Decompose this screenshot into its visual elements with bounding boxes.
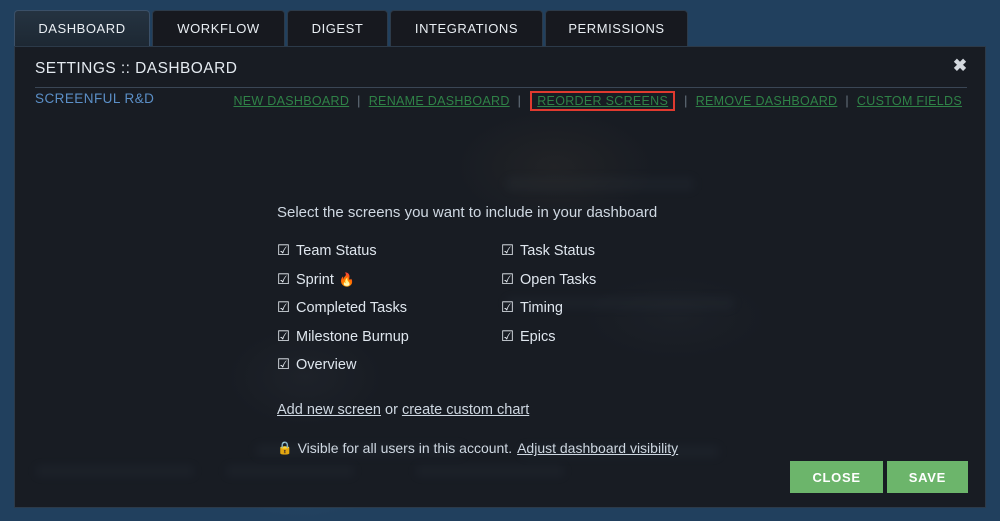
screen-label: Overview (296, 357, 357, 374)
action-separator: | (684, 94, 688, 108)
dashboard-actions: NEW DASHBOARD | RENAME DASHBOARD | REORD… (232, 91, 963, 111)
page-title: SETTINGS :: DASHBOARD (35, 60, 238, 77)
create-custom-chart-link[interactable]: create custom chart (402, 402, 529, 418)
screen-label: Sprint (296, 271, 334, 288)
modal-footer: CLOSE SAVE (790, 461, 968, 493)
checkbox-checked-icon: ☑ (501, 328, 514, 345)
checkbox-checked-icon: ☑ (277, 357, 290, 373)
screen-sublinks: Add new screen or create custom chart (277, 402, 529, 418)
tab-label: DIGEST (311, 21, 364, 36)
tab-label: WORKFLOW (177, 21, 260, 36)
visibility-row: 🔒 Visible for all users in this account.… (277, 440, 678, 456)
tab-permissions[interactable]: PERMISSIONS (545, 10, 688, 46)
new-dashboard-link[interactable]: NEW DASHBOARD (232, 92, 350, 110)
action-separator: | (517, 94, 522, 108)
checkbox-checked-icon: ☑ (501, 243, 514, 259)
backdrop-ghost-row (225, 465, 355, 477)
screen-label: Timing (520, 300, 563, 317)
close-button[interactable]: CLOSE (790, 461, 883, 493)
screen-checkbox-sprint[interactable]: ☑ Sprint 🔥 (277, 266, 501, 295)
tab-integrations[interactable]: INTEGRATIONS (390, 10, 543, 46)
screen-checkbox-completed-tasks[interactable]: ☑ Completed Tasks (277, 294, 501, 323)
reorder-screens-link[interactable]: REORDER SCREENS (530, 91, 676, 111)
backdrop-ghost-row (35, 465, 195, 477)
custom-fields-link[interactable]: CUSTOM FIELDS (856, 92, 963, 110)
tab-label: DASHBOARD (38, 21, 126, 36)
screen-checkbox-open-tasks[interactable]: ☑ Open Tasks (501, 266, 725, 295)
add-new-screen-link[interactable]: Add new screen (277, 402, 381, 418)
title-divider (35, 87, 967, 88)
screens-column-left: ☑ Team Status ☑ Sprint 🔥 ☑ Completed Tas… (277, 237, 501, 380)
action-separator: | (845, 94, 849, 108)
screen-checkbox-team-status[interactable]: ☑ Team Status (277, 237, 501, 266)
tab-digest[interactable]: DIGEST (287, 10, 388, 46)
checkbox-checked-icon: ☑ (277, 328, 290, 345)
screen-label: Milestone Burnup (296, 328, 409, 345)
screens-column-right: ☑ Task Status ☑ Open Tasks ☑ Timing ☑ Ep… (501, 237, 725, 380)
screen-label: Team Status (296, 243, 377, 260)
close-icon[interactable]: ✖ (949, 54, 971, 76)
checkbox-checked-icon: ☑ (277, 271, 290, 288)
screen-label: Open Tasks (520, 271, 597, 288)
lock-icon: 🔒 (277, 440, 293, 455)
screen-label: Completed Tasks (296, 300, 407, 317)
adjust-visibility-link[interactable]: Adjust dashboard visibility (517, 440, 678, 456)
breadcrumb[interactable]: SCREENFUL R&D (35, 91, 154, 106)
fire-icon: 🔥 (338, 271, 356, 287)
screen-checkbox-milestone-burnup[interactable]: ☑ Milestone Burnup (277, 323, 501, 352)
checkbox-checked-icon: ☑ (277, 300, 290, 316)
tab-label: PERMISSIONS (568, 21, 665, 36)
checkbox-checked-icon: ☑ (501, 300, 514, 316)
tab-workflow[interactable]: WORKFLOW (152, 10, 285, 46)
remove-dashboard-link[interactable]: REMOVE DASHBOARD (695, 92, 839, 110)
screen-checkbox-timing[interactable]: ☑ Timing (501, 294, 725, 323)
tab-label: INTEGRATIONS (414, 21, 519, 36)
backdrop-ghost-row (415, 465, 565, 477)
screen-checkbox-task-status[interactable]: ☑ Task Status (501, 237, 725, 266)
action-separator: | (357, 94, 361, 108)
backdrop-ghost-row (505, 177, 695, 191)
screen-checkbox-epics[interactable]: ☑ Epics (501, 323, 725, 352)
screens-prompt: Select the screens you want to include i… (277, 204, 658, 221)
dashboard-settings-modal: SETTINGS :: DASHBOARD ✖ SCREENFUL R&D NE… (14, 46, 986, 508)
rename-dashboard-link[interactable]: RENAME DASHBOARD (368, 92, 511, 110)
visibility-text: Visible for all users in this account. (297, 440, 513, 456)
checkbox-checked-icon: ☑ (277, 243, 290, 259)
screen-label: Epics (520, 328, 556, 345)
tab-dashboard[interactable]: DASHBOARD (14, 10, 150, 46)
settings-tabbar: DASHBOARD WORKFLOW DIGEST INTEGRATIONS P… (0, 0, 1000, 46)
save-button[interactable]: SAVE (886, 461, 968, 493)
screen-checkbox-overview[interactable]: ☑ Overview (277, 351, 501, 380)
screens-checkbox-grid: ☑ Team Status ☑ Sprint 🔥 ☑ Completed Tas… (277, 237, 777, 380)
screen-label: Task Status (520, 243, 595, 260)
or-text: or (380, 402, 402, 418)
checkbox-checked-icon: ☑ (501, 271, 514, 288)
